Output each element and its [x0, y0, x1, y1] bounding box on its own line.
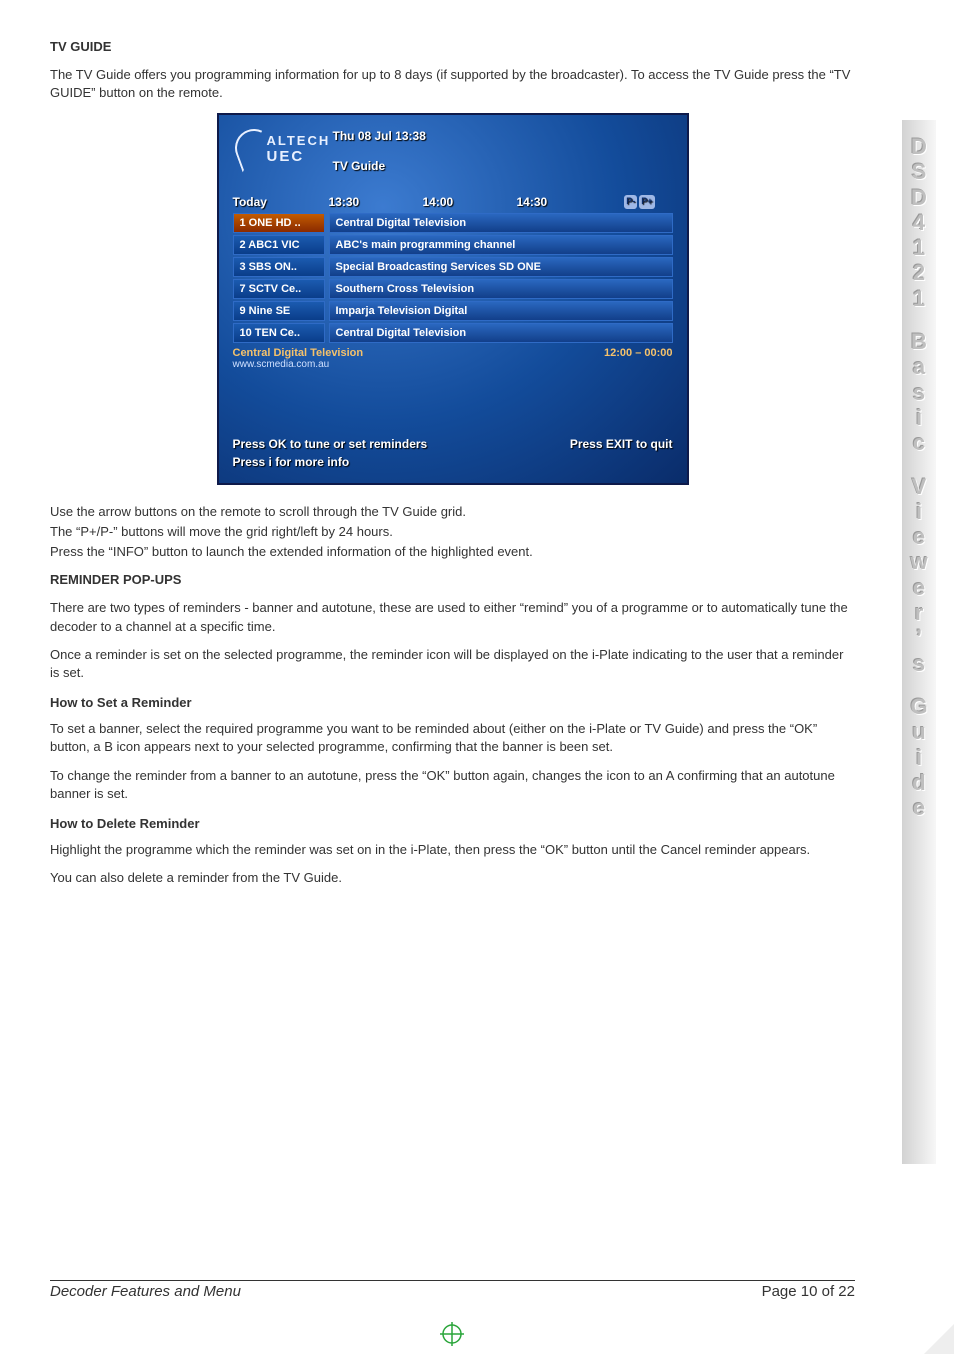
tv-footer-info: Press i for more info [233, 455, 673, 469]
event-cell: Imparja Television Digital [329, 301, 673, 321]
side-tab-char: 2 [913, 260, 925, 285]
table-row[interactable]: 9 Nine SE Imparja Television Digital [233, 301, 673, 321]
tv-guide-grid: Today 13:30 14:00 14:30 P- P+ 1 ONE HD .… [233, 195, 673, 343]
heading-reminder: REMINDER POP-UPS [50, 571, 855, 589]
table-row[interactable]: 10 TEN Ce.. Central Digital Television [233, 323, 673, 343]
side-tab-char: G [910, 694, 927, 719]
table-row[interactable]: 3 SBS ON.. Special Broadcasting Services… [233, 257, 673, 277]
footer-section: Decoder Features and Menu [50, 1283, 241, 1300]
time-column: 14:30 [517, 195, 607, 209]
tv-footer: Press OK to tune or set reminders Press … [233, 437, 673, 469]
brand-top: ALTECH [267, 133, 331, 148]
paragraph: Use the arrow buttons on the remote to s… [50, 503, 855, 521]
paragraph: Highlight the programme which the remind… [50, 841, 855, 859]
tv-info-url: www.scmedia.com.au [233, 359, 673, 370]
side-tab-char: e [913, 524, 925, 549]
paragraph: The TV Guide offers you programming info… [50, 66, 855, 102]
side-tab-char: 1 [913, 235, 925, 260]
side-tab-char: e [913, 795, 925, 820]
side-tab-char: B [911, 329, 927, 354]
side-tab-char: s [913, 651, 925, 676]
side-tab-char: i [916, 745, 922, 770]
side-tab-char: i [916, 405, 922, 430]
side-tab-char: r [915, 600, 924, 625]
side-tab-char: i [916, 499, 922, 524]
time-column: 13:30 [329, 195, 419, 209]
table-row[interactable]: 2 ABC1 VIC ABC's main programming channe… [233, 235, 673, 255]
tv-day-label: Today [233, 195, 325, 209]
heading-tv-guide: TV GUIDE [50, 38, 855, 56]
side-tab-char: D [911, 185, 927, 210]
side-tab-char: 1 [913, 286, 925, 311]
tv-guide-screenshot: ALTECH UEC Thu 08 Jul 13:38 TV Guide Tod… [217, 113, 689, 485]
side-tab: DSD4121BasicViewer’sGuide [902, 120, 936, 1164]
table-row[interactable]: 1 ONE HD .. Central Digital Television [233, 213, 673, 233]
side-tab-char: V [912, 474, 927, 499]
tv-info-title: Central Digital Television [233, 347, 364, 359]
registration-mark-icon [440, 1322, 464, 1346]
channel-cell: 10 TEN Ce.. [233, 323, 325, 343]
channel-cell: 7 SCTV Ce.. [233, 279, 325, 299]
paragraph: Once a reminder is set on the selected p… [50, 646, 855, 682]
side-tab-char: c [913, 430, 925, 455]
event-cell: Central Digital Television [329, 213, 673, 233]
side-tab-char: D [911, 134, 927, 159]
p-plus-button[interactable]: P+ [639, 195, 654, 209]
tv-screen-title: TV Guide [333, 159, 673, 173]
side-tab-char: s [913, 380, 925, 405]
channel-cell: 3 SBS ON.. [233, 257, 325, 277]
table-row[interactable]: 7 SCTV Ce.. Southern Cross Television [233, 279, 673, 299]
heading-howset: How to Set a Reminder [50, 694, 855, 712]
tv-info-bar: Central Digital Television 12:00 – 00:00 [233, 347, 673, 359]
event-cell: ABC's main programming channel [329, 235, 673, 255]
side-tab-char: a [913, 354, 925, 379]
page-buttons: P- P+ [611, 195, 655, 209]
paragraph: The “P+/P-” buttons will move the grid r… [50, 523, 855, 541]
page-corner-icon [924, 1324, 954, 1354]
event-cell: Southern Cross Television [329, 279, 673, 299]
time-column: 14:00 [423, 195, 513, 209]
paragraph: You can also delete a reminder from the … [50, 869, 855, 887]
heading-howdel: How to Delete Reminder [50, 815, 855, 833]
side-tab-char: d [912, 770, 925, 795]
page-body: TV GUIDE The TV Guide offers you program… [50, 30, 855, 898]
channel-cell: 9 Nine SE [233, 301, 325, 321]
page-footer: Decoder Features and Menu Page 10 of 22 [50, 1280, 855, 1300]
brand-bottom: UEC [267, 148, 305, 165]
paragraph: Press the “INFO” button to launch the ex… [50, 543, 855, 561]
paragraph: To change the reminder from a banner to … [50, 767, 855, 803]
event-cell: Central Digital Television [329, 323, 673, 343]
channel-cell: 1 ONE HD .. [233, 213, 325, 233]
channel-cell: 2 ABC1 VIC [233, 235, 325, 255]
event-cell: Special Broadcasting Services SD ONE [329, 257, 673, 277]
side-tab-char: ’ [916, 625, 922, 650]
tv-footer-ok: Press OK to tune or set reminders [233, 437, 428, 451]
tv-datetime: Thu 08 Jul 13:38 [333, 125, 673, 143]
side-tab-char: e [913, 575, 925, 600]
tv-footer-exit: Press EXIT to quit [570, 437, 673, 451]
side-tab-char: 4 [913, 210, 925, 235]
footer-page: Page 10 of 22 [762, 1283, 855, 1300]
side-tab-char: S [912, 159, 927, 184]
brand-logo: ALTECH UEC [241, 133, 305, 165]
p-minus-button[interactable]: P- [624, 195, 637, 209]
paragraph: To set a banner, select the required pro… [50, 720, 855, 756]
paragraph: There are two types of reminders - banne… [50, 599, 855, 635]
tv-grid-header: Today 13:30 14:00 14:30 P- P+ [233, 195, 673, 209]
side-tab-char: w [910, 549, 927, 574]
tv-info-time: 12:00 – 00:00 [604, 347, 673, 359]
side-tab-char: u [912, 719, 925, 744]
